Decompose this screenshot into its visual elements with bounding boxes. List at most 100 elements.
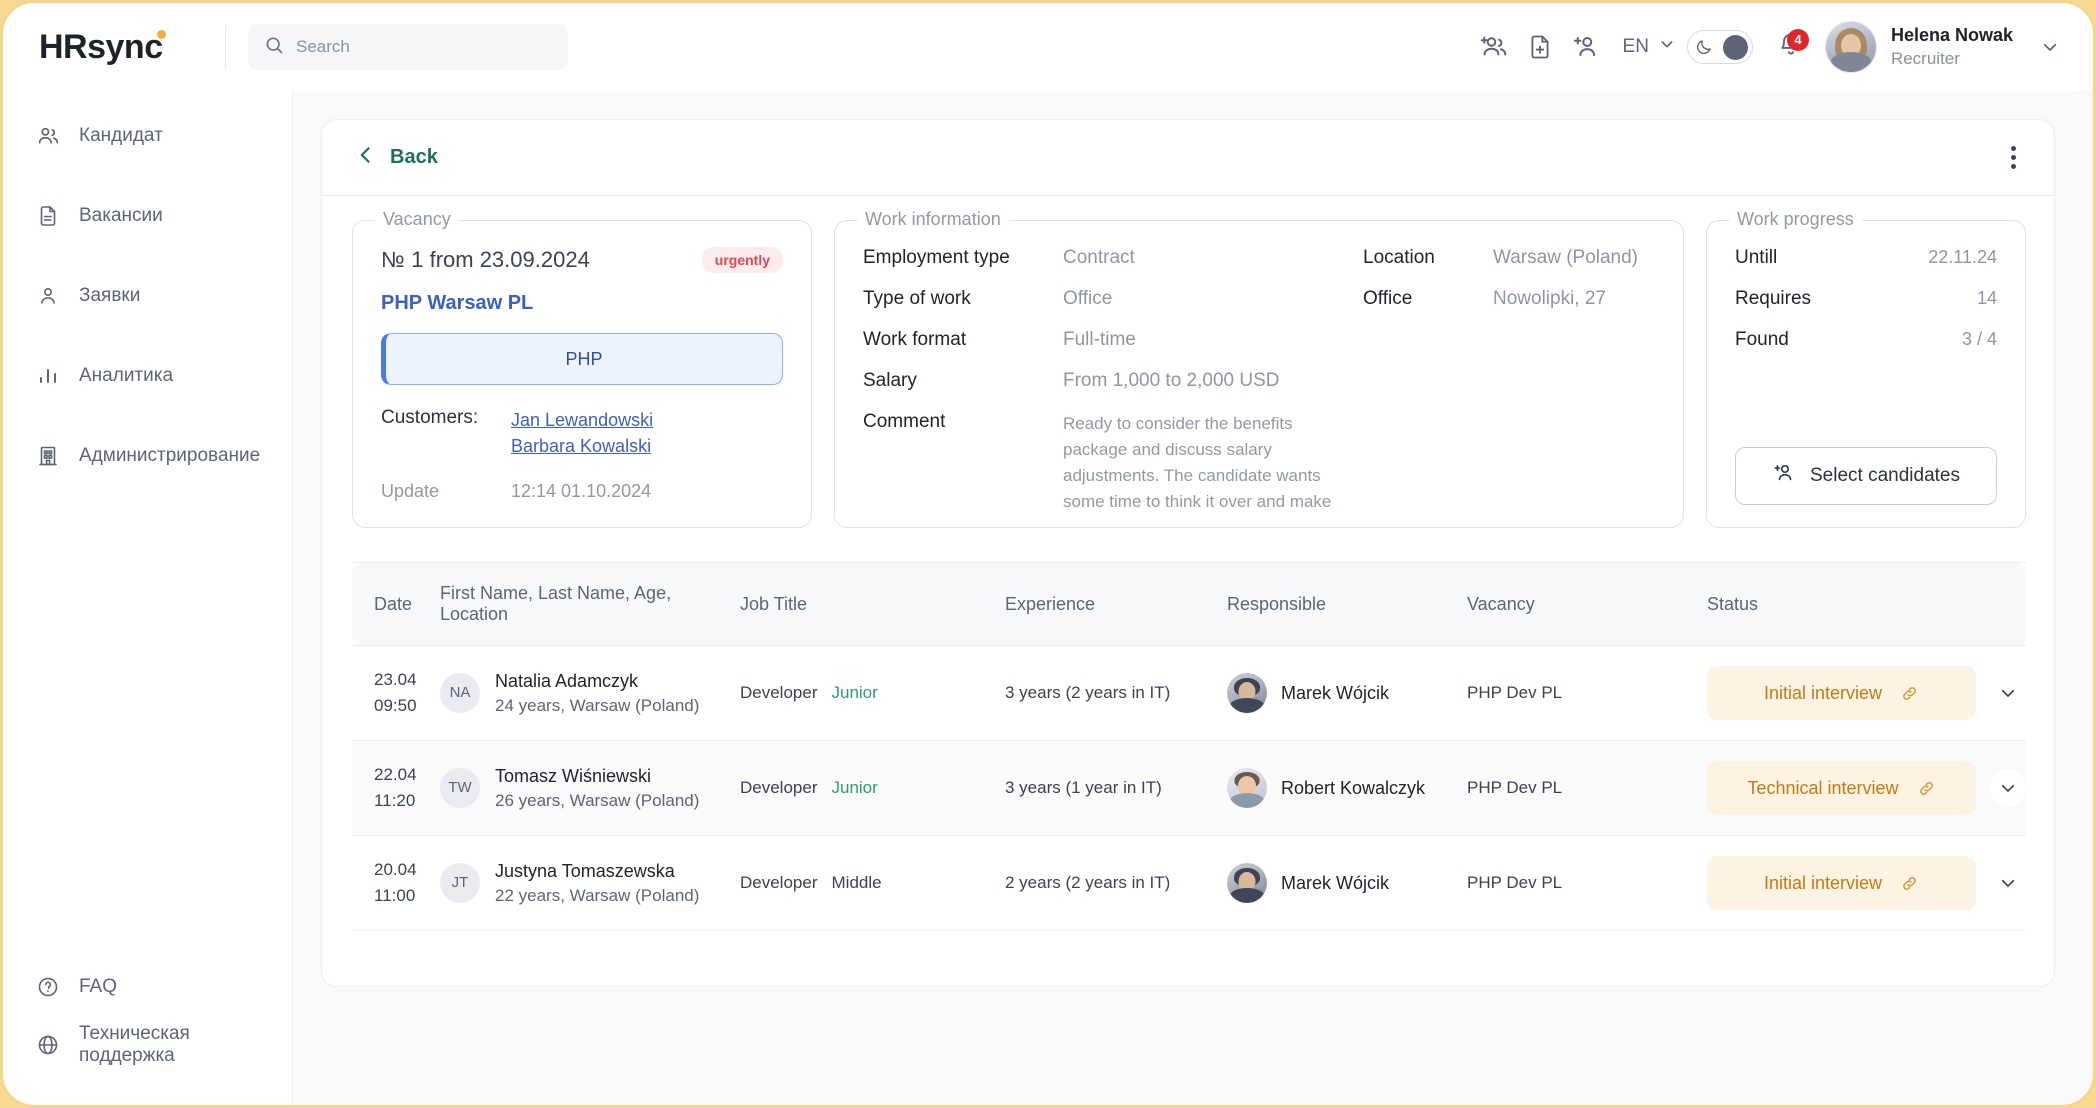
search-field[interactable] [248, 24, 568, 70]
responsible-name: Robert Kowalczyk [1281, 777, 1426, 798]
column-header-experience[interactable]: Experience [1005, 562, 1227, 646]
job-title: Developer [740, 778, 818, 797]
status-badge[interactable]: Initial interview [1707, 666, 1976, 720]
vacancy-card: Vacancy № 1 from 23.09.2024 urgently PHP… [352, 209, 812, 528]
person-name[interactable]: Natalia Adamczyk [495, 668, 699, 694]
row-value: Contract [1063, 247, 1135, 268]
update-label: Update [381, 481, 440, 502]
customers-list: Jan Lewandowski Barbara Kowalski [511, 407, 653, 459]
customers-label: Customers: [381, 407, 479, 428]
sidebar-item-faq[interactable]: FAQ [3, 963, 292, 1011]
expand-row-icon[interactable] [1990, 675, 2026, 711]
customer-link[interactable]: Jan Lewandowski [511, 407, 653, 433]
person-name[interactable]: Tomasz Wiśniewski [495, 763, 699, 789]
app-logo[interactable]: HRsync [39, 28, 219, 67]
back-button[interactable]: Back [356, 145, 438, 171]
column-header-responsible[interactable]: Responsible [1227, 562, 1467, 646]
cell-person: NA Natalia Adamczyk 24 years, Warsaw (Po… [440, 646, 740, 741]
search-input[interactable] [296, 37, 552, 57]
notifications-button[interactable]: 4 [1777, 28, 1809, 64]
cell-experience: 3 years (2 years in IT) [1005, 646, 1227, 741]
sidebar-item-candidates[interactable]: Кандидат [3, 109, 292, 163]
column-header-person[interactable]: First Name, Last Name, Age, Location [440, 562, 740, 646]
dark-mode-toggle[interactable] [1686, 30, 1753, 64]
date-time: 11:20 [374, 791, 416, 810]
update-row: Update 12:14 01.10.2024 [381, 481, 783, 502]
sidebar-item-label: Администрирование [79, 445, 261, 466]
logo-dot-icon [157, 29, 166, 39]
select-candidates-button[interactable]: Select candidates [1735, 447, 1997, 505]
row-label: Work format [863, 329, 967, 350]
status-badge[interactable]: Initial interview [1707, 856, 1976, 910]
responsible-name: Marek Wójcik [1281, 872, 1390, 893]
question-circle-icon [35, 975, 61, 999]
column-header-job-title[interactable]: Job Title [740, 562, 1005, 646]
link-icon[interactable] [1900, 874, 1919, 893]
job-title: Developer [740, 683, 818, 702]
top-header: HRsync Search EN 4 Helena Nowak Recruite… [3, 3, 2093, 91]
table-row[interactable]: 22.04 11:20 TW Tomasz Wiśniewski 26 year… [352, 740, 2026, 836]
sidebar-item-vacancies[interactable]: Вакансии [3, 189, 292, 243]
sidebar-item-support[interactable]: Техническая поддержка [3, 1021, 292, 1069]
table-head: Date First Name, Last Name, Age, Locatio… [352, 562, 2026, 646]
person-name[interactable]: Justyna Tomaszewska [495, 858, 699, 884]
sidebar-bottom: FAQ Техническая поддержка [3, 963, 292, 1105]
cell-status: Initial interview [1707, 646, 2026, 741]
more-options-icon[interactable] [2001, 136, 2026, 179]
row-label: Type of work [863, 288, 971, 309]
status-label: Technical interview [1747, 777, 1899, 798]
person-details: 24 years, Warsaw (Poland) [495, 695, 700, 715]
add-person-icon[interactable] [1563, 24, 1609, 70]
add-group-icon[interactable] [1471, 24, 1517, 70]
table-row[interactable]: 23.04 09:50 NA Natalia Adamczyk 24 years… [352, 646, 2026, 741]
language-selector[interactable]: EN [1623, 36, 1675, 58]
detail-panel: Back Vacancy № 1 from 23.09.2024 urgentl… [321, 119, 2055, 987]
vacancy-title-link[interactable]: PHP Warsaw PL [381, 292, 783, 315]
link-icon[interactable] [1917, 779, 1936, 798]
experience-value: 2 years (2 years in IT) [1005, 873, 1171, 892]
moon-icon [1695, 38, 1713, 56]
row-label: Salary [863, 370, 917, 391]
date-time: 09:50 [374, 696, 417, 715]
update-value: 12:14 01.10.2024 [511, 481, 652, 502]
cell-responsible: Marek Wójcik [1227, 836, 1467, 931]
add-document-icon[interactable] [1517, 24, 1563, 70]
cell-job-title: Developer Junior [740, 646, 1005, 741]
comment-body: Ready to consider the benefits package a… [1063, 411, 1333, 515]
vacancy-value: PHP Dev PL [1467, 683, 1563, 702]
work-progress-legend: Work progress [1729, 209, 1862, 230]
job-level: Junior [831, 683, 878, 702]
expand-row-icon[interactable] [1990, 770, 2026, 806]
row-label: Employment type [863, 247, 1010, 268]
comment-row: Comment Ready to consider the benefits p… [863, 411, 1333, 515]
row-value: Nowolipki, 27 [1493, 288, 1606, 309]
status-badge[interactable]: Technical interview [1707, 761, 1976, 815]
table-row[interactable]: 20.04 11:00 JT Justyna Tomaszewska 22 ye… [352, 836, 2026, 931]
customer-link[interactable]: Barbara Kowalski [511, 433, 653, 459]
sidebar-item-administration[interactable]: Администрирование [3, 429, 292, 483]
column-header-date[interactable]: Date [352, 562, 440, 646]
status-label: Initial interview [1763, 872, 1883, 893]
summary-cards: Vacancy № 1 from 23.09.2024 urgently PHP… [322, 196, 2054, 528]
progress-row: Requires 14 [1735, 288, 1997, 310]
expand-row-icon[interactable] [1990, 865, 2026, 901]
sidebar-item-label: Техническая поддержка [79, 1023, 190, 1066]
cell-date: 20.04 11:00 [352, 836, 440, 931]
cell-person: JT Justyna Tomaszewska 22 years, Warsaw … [440, 836, 740, 931]
work-info-row: Location Warsaw (Poland) [1363, 247, 1655, 269]
row-label: Location [1363, 247, 1435, 268]
work-info-row: Work format Full-time [863, 329, 1333, 351]
users-icon [35, 124, 61, 149]
vacancy-tag-php[interactable]: PHP [381, 333, 783, 385]
sidebar-item-requests[interactable]: Заявки [3, 269, 292, 323]
select-candidates-label: Select candidates [1810, 465, 1960, 486]
experience-value: 3 years (2 years in IT) [1005, 683, 1171, 702]
chevron-down-icon[interactable] [2041, 38, 2059, 56]
column-header-status[interactable]: Status [1707, 562, 2026, 646]
urgency-badge: urgently [701, 247, 783, 273]
cell-job-title: Developer Junior [740, 741, 1005, 836]
sidebar-item-analytics[interactable]: Аналитика [3, 349, 292, 403]
user-menu[interactable]: Helena Nowak Recruiter [1824, 21, 2059, 73]
column-header-vacancy[interactable]: Vacancy [1467, 562, 1707, 646]
link-icon[interactable] [1900, 684, 1919, 703]
